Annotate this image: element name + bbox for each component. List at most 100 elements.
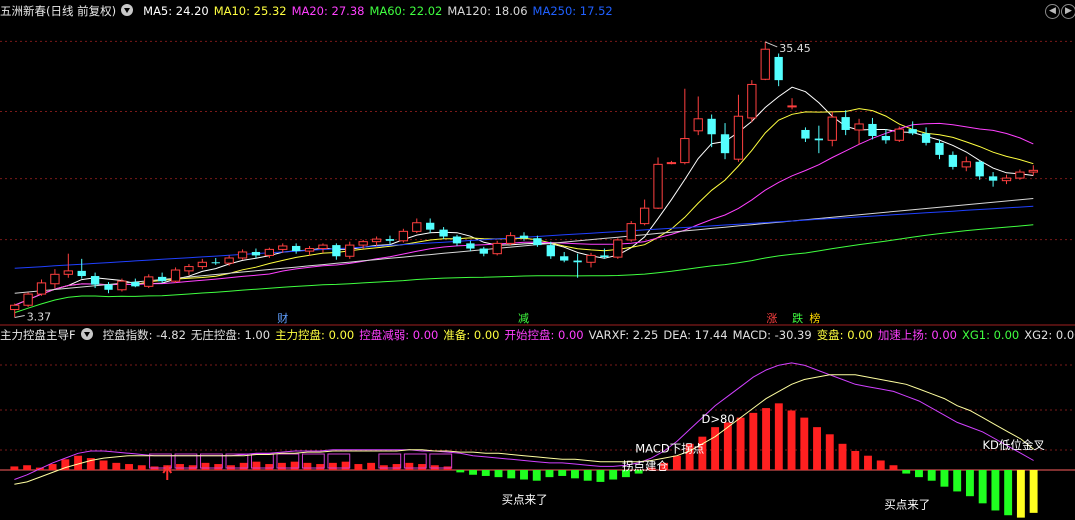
- high-price-label: 35.45: [779, 42, 811, 55]
- macd-bar: [1029, 470, 1038, 513]
- candle-body: [439, 229, 448, 237]
- macd-bar: [558, 470, 567, 476]
- macd-bar: [571, 470, 579, 479]
- candle-body: [519, 235, 529, 239]
- candle-body: [144, 276, 154, 287]
- candle-body: [479, 248, 488, 254]
- macd-bar: [137, 465, 146, 470]
- candle-body: [184, 266, 194, 272]
- candle-body: [787, 105, 797, 108]
- event-marker-1[interactable]: 减: [518, 312, 529, 325]
- candle-body: [157, 276, 167, 282]
- macd-bar: [367, 462, 376, 470]
- macd-bar: [851, 450, 860, 470]
- macd-bar: [825, 434, 834, 470]
- candle-body: [988, 176, 998, 181]
- macd-bar: [978, 470, 987, 504]
- candle-body: [90, 276, 100, 285]
- candle-body: [894, 128, 904, 141]
- candle-body: [560, 256, 569, 261]
- candle-body: [666, 162, 677, 165]
- candle-body: [1015, 171, 1025, 179]
- candle-body: [224, 257, 234, 264]
- macd-bar: [800, 417, 809, 470]
- candle-body: [104, 284, 113, 290]
- candle-body: [318, 244, 328, 250]
- candle-body: [332, 245, 341, 257]
- macd-bar: [902, 470, 911, 474]
- macd-bar: [1004, 470, 1013, 516]
- candle-body: [505, 235, 516, 244]
- macd-bar: [99, 460, 108, 470]
- macd-bar: [316, 464, 325, 470]
- macd-bar: [991, 470, 1000, 511]
- candle-body: [197, 261, 207, 268]
- candle-body: [131, 282, 140, 287]
- macd-bar: [965, 470, 974, 497]
- candle-body: [935, 142, 944, 155]
- candle-body: [292, 245, 301, 252]
- macd-bar: [265, 464, 274, 470]
- candle-body: [961, 161, 971, 168]
- candle-body: [264, 248, 275, 256]
- candle-body: [707, 118, 716, 135]
- candle-body: [237, 251, 248, 259]
- low-pointer-line: [14, 315, 25, 319]
- macd-bar: [915, 470, 923, 478]
- macd-bar: [762, 408, 771, 470]
- macd-bar: [277, 462, 286, 470]
- ma20-line: [14, 122, 1034, 306]
- macd-bar: [736, 417, 745, 470]
- candle-body: [573, 260, 582, 263]
- macd-bar: [481, 470, 490, 476]
- macd-bar: [112, 462, 121, 470]
- candle-body: [693, 118, 703, 132]
- macd-bar: [545, 470, 554, 478]
- candle-body: [1001, 177, 1012, 182]
- high-pointer-line: [765, 41, 778, 48]
- annotation-2: 拐点建仓: [622, 459, 668, 473]
- candle-body: [586, 254, 596, 263]
- candle-body: [36, 282, 47, 295]
- macd-bar: [239, 462, 248, 470]
- event-marker-3[interactable]: 跌: [792, 311, 803, 325]
- macd-bar: [494, 470, 503, 478]
- macd-bar: [23, 465, 32, 470]
- macd-bar: [927, 470, 936, 481]
- candle-body: [345, 244, 355, 257]
- chart-canvas[interactable]: 35.45 3.37 财 减 涨 跌榜买点来了 MACD下拐点拐点建仓 D>80 KD低位金叉买…: [0, 0, 1075, 520]
- event-marker-4[interactable]: 榜: [809, 311, 820, 325]
- candle-body: [921, 133, 931, 143]
- macd-bar: [876, 460, 885, 470]
- candle-body: [398, 230, 409, 242]
- macd-bar: [520, 470, 528, 480]
- candle-body: [77, 270, 86, 277]
- candle-body: [251, 251, 261, 256]
- candle-body: [50, 273, 60, 285]
- event-marker-2[interactable]: 涨: [766, 312, 777, 325]
- candle-body: [23, 293, 33, 306]
- candle-body: [412, 222, 422, 232]
- annotation-0: 买点来了: [502, 492, 548, 506]
- macd-bar: [711, 427, 720, 470]
- ma5-line: [14, 86, 1034, 306]
- stock-chart-window: 五洲新春(日线 前复权) MA5: 24.20 MA10: 25.32 MA20: 2…: [0, 0, 1075, 520]
- candle-body: [546, 245, 555, 257]
- macd-bar: [469, 470, 477, 475]
- candle-body: [117, 280, 127, 291]
- candle-body: [868, 123, 877, 136]
- macd-bar: [507, 470, 516, 479]
- macd-bar: [1016, 470, 1025, 518]
- event-marker-0[interactable]: 财: [277, 311, 288, 325]
- candle-body: [371, 238, 382, 243]
- macd-bar: [252, 461, 261, 470]
- candle-body: [948, 154, 958, 167]
- candle-body: [533, 238, 542, 246]
- macd-bar: [940, 470, 949, 487]
- macd-bar: [864, 455, 872, 470]
- annotation-5: 买点来了: [884, 498, 930, 512]
- macd-bar: [405, 462, 414, 470]
- macd-bar: [392, 464, 401, 470]
- candle-body: [278, 245, 288, 250]
- candle-body: [385, 239, 395, 241]
